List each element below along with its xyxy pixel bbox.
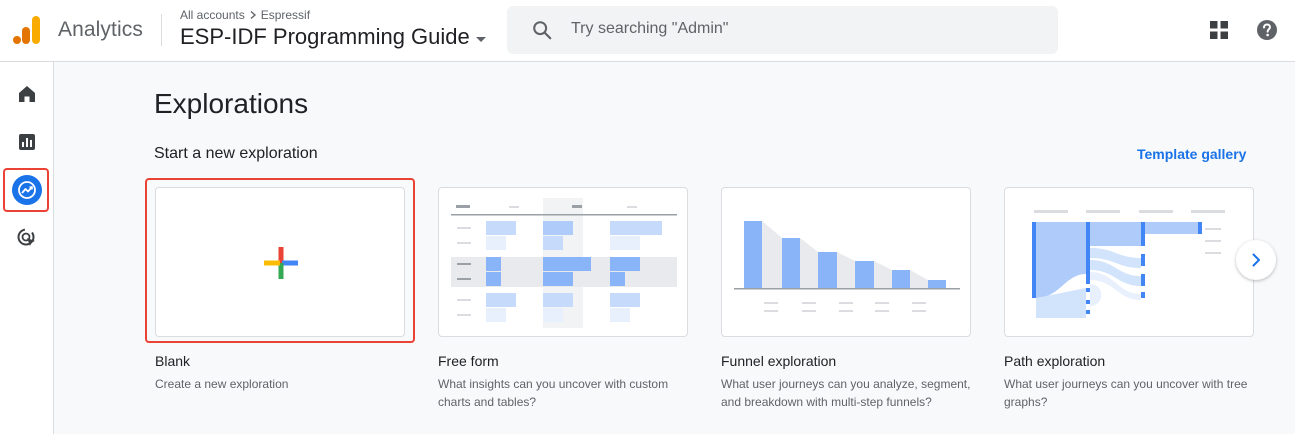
product-name: Analytics [58, 18, 143, 41]
chevron-right-icon [250, 10, 256, 20]
caret-down-icon [475, 36, 486, 42]
plus-icon [264, 247, 298, 279]
property-name: ESP-IDF Programming Guide [180, 24, 470, 49]
nav-home[interactable] [0, 72, 54, 116]
card-title-blank[interactable]: Blank [155, 353, 190, 369]
explore-icon [18, 181, 36, 199]
search-bar[interactable]: Try searching "Admin" [507, 6, 1058, 54]
carousel-next-button[interactable] [1236, 240, 1276, 280]
explore-icon-bg [12, 175, 42, 205]
breadcrumb-account[interactable]: Espressif [261, 8, 310, 22]
left-nav-rail [0, 62, 54, 434]
search-input[interactable]: Try searching "Admin" [571, 20, 728, 38]
header-divider [161, 14, 162, 46]
nav-reports[interactable] [0, 120, 54, 164]
analytics-logo[interactable] [12, 14, 42, 46]
card-desc-blank: Create a new exploration [155, 377, 289, 391]
card-title-funnel[interactable]: Funnel exploration [721, 353, 836, 369]
property-selector[interactable]: ESP-IDF Programming Guide [180, 24, 486, 50]
reports-icon [19, 134, 35, 150]
help-icon[interactable] [1256, 19, 1278, 41]
chevron-right-icon [1252, 253, 1260, 267]
breadcrumb-all-accounts[interactable]: All accounts [180, 8, 245, 22]
blank-card-thumbnail[interactable] [155, 187, 405, 337]
nav-advertising[interactable] [0, 216, 54, 260]
home-icon [19, 86, 35, 102]
nav-explore[interactable] [3, 168, 49, 212]
card-desc-free-form: What insights can you uncover with custo… [438, 377, 669, 409]
apps-grid-icon[interactable] [1209, 20, 1229, 40]
advertising-icon [17, 228, 35, 246]
free-form-card-thumbnail[interactable] [438, 187, 688, 337]
template-gallery-link[interactable]: Template gallery [1137, 146, 1246, 162]
card-desc-funnel: What user journeys can you analyze, segm… [721, 377, 971, 409]
search-icon [533, 21, 552, 40]
card-desc-path: What user journeys can you uncover with … [1004, 377, 1248, 409]
card-title-free-form[interactable]: Free form [438, 353, 499, 369]
free-form-illustration [451, 198, 677, 328]
top-app-bar: Analytics All accounts Espressif ESP-IDF… [0, 0, 1295, 62]
funnel-card-thumbnail[interactable] [721, 187, 971, 337]
funnel-illustration [734, 221, 960, 312]
card-title-path[interactable]: Path exploration [1004, 353, 1105, 369]
breadcrumb[interactable]: All accounts Espressif [180, 8, 310, 22]
path-illustration [1032, 210, 1225, 318]
section-title: Start a new exploration [154, 145, 318, 162]
path-card-thumbnail[interactable] [1004, 187, 1254, 337]
page-title: Explorations [154, 88, 309, 119]
